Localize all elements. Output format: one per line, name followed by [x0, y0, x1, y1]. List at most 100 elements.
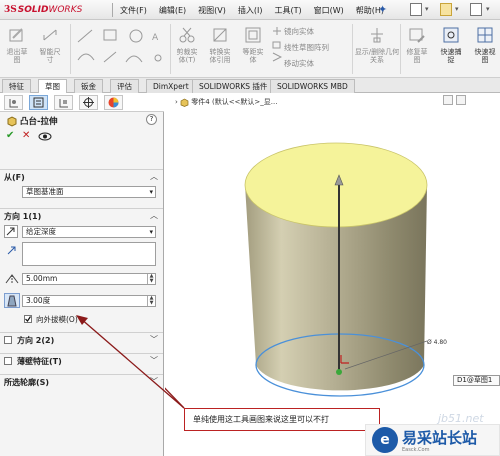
tab-solidworks-mbd[interactable]: SOLIDWORKS MBD — [270, 79, 355, 93]
property-manager-panel: 凸台-拉伸 ? ✔ ✕ 从(F) ︿ 草图基准面 ▾ 方向 1(1) ︿ 给定深… — [0, 93, 164, 456]
open-folder-icon[interactable] — [440, 3, 452, 16]
cancel-x-icon[interactable]: ✕ — [22, 130, 30, 141]
chevron-down-icon[interactable]: ▾ — [425, 5, 429, 13]
chevron-down-icon[interactable]: ▾ — [455, 5, 459, 13]
offset-entities-icon — [245, 27, 261, 43]
ok-check-icon[interactable]: ✔ — [6, 130, 14, 141]
draft-outward-label: 向外拔模(O) — [36, 315, 78, 324]
relations-icon — [371, 28, 383, 43]
move-entities-button[interactable]: 移动实体 — [284, 58, 314, 69]
draft-outward-checkbox[interactable] — [24, 315, 32, 323]
configuration-manager-tab[interactable] — [54, 95, 73, 110]
quick-view-button[interactable]: 快速视 图 — [470, 26, 500, 64]
ribbon-separator — [352, 24, 353, 74]
tab-features[interactable]: 特征 — [2, 79, 31, 93]
watermark-site-sub: Easck.Com — [402, 447, 430, 453]
draft-angle-icon — [7, 295, 17, 307]
menu-edit[interactable]: 编辑(E) — [159, 5, 186, 16]
mirror-pattern-move-icons — [272, 27, 282, 62]
watermark-badge: e 易采站长站 Easck.Com — [365, 424, 500, 456]
section-selected-contours-header[interactable]: 所选轮廓(S) ﹀ — [0, 374, 163, 388]
from-condition-select[interactable]: 草图基准面 ▾ — [22, 186, 156, 198]
command-manager-ribbon: 退出草 图 智能尺 寸 A 剪裁实 体(T) 转换实 体引用 等距实 体 镜向实 — [0, 20, 500, 78]
tab-sketch[interactable]: 草图 — [38, 79, 67, 94]
scissors-icon — [179, 27, 195, 43]
help-icon[interactable]: ? — [146, 114, 157, 125]
direction2-checkbox[interactable] — [4, 336, 12, 344]
print-icon[interactable] — [470, 3, 482, 16]
title-menu-bar: 3S SOLID WORKS 文件(F) 编辑(E) 视图(V) 插入(I) 工具… — [0, 0, 500, 20]
tab-evaluate[interactable]: 评估 — [110, 79, 139, 93]
thin-feature-checkbox[interactable] — [4, 357, 12, 365]
direction-vector-field[interactable] — [22, 242, 156, 266]
section-direction1-header[interactable]: 方向 1(1) ︿ — [0, 208, 163, 222]
exit-sketch-button[interactable]: 退出草 图 — [4, 26, 30, 64]
main-menu: 文件(F) 编辑(E) 视图(V) 插入(I) 工具(T) 窗口(W) 帮助(H… — [120, 0, 396, 20]
draft-angle-input[interactable]: 3.00度 ▲ ▼ — [22, 295, 156, 307]
smart-dimension-button[interactable]: 智能尺 寸 — [34, 26, 66, 64]
reverse-direction-icon — [6, 227, 15, 236]
feature-title: 凸台-拉伸 — [6, 115, 58, 127]
linear-pattern-button[interactable]: 线性草图阵列 — [284, 42, 329, 53]
site-logo-icon: e — [372, 427, 398, 453]
menu-insert[interactable]: 插入(I) — [238, 5, 263, 16]
new-document-icon[interactable] — [410, 3, 422, 16]
menu-view[interactable]: 视图(V) — [198, 5, 226, 16]
menu-file[interactable]: 文件(F) — [120, 5, 147, 16]
diameter-dimension[interactable]: Ø 4.80 — [427, 339, 447, 346]
quick-snaps-button[interactable]: 快速捕 捉 — [434, 26, 468, 64]
property-manager-tab[interactable] — [29, 95, 48, 110]
mirror-entities-button[interactable]: 镜向实体 — [284, 26, 314, 37]
svg-text:A: A — [152, 33, 159, 43]
smart-dimension-icon — [43, 29, 57, 41]
trim-entities-button[interactable]: 剪裁实 体(T) — [172, 26, 202, 64]
exit-sketch-icon — [9, 28, 23, 42]
annotation-callout: 单纯使用这工具画图来说这里可以不打 — [184, 408, 380, 431]
repair-sketch-button[interactable]: 修复草 图 — [402, 26, 432, 64]
menu-separator — [112, 3, 113, 17]
chevron-down-icon: ▾ — [149, 188, 153, 196]
chevron-down-icon[interactable]: ▾ — [486, 5, 490, 13]
chevron-down-icon: ﹀ — [150, 335, 158, 344]
end-condition-select[interactable]: 给定深度 ▾ — [22, 226, 156, 238]
feature-tree-icon — [9, 99, 18, 108]
quick-snaps-icon — [443, 27, 459, 43]
tab-dimxpert[interactable]: DimXpert — [146, 79, 196, 93]
spin-arrows-icon[interactable]: ▲ ▼ — [147, 274, 155, 284]
graphics-area[interactable]: › 零件4 (默认<<默认>_显... Ø 4.80 — [165, 93, 500, 456]
tab-solidworks-addins[interactable]: SOLIDWORKS 插件 — [192, 79, 275, 93]
depth-input[interactable]: 5.00mm ▲ ▼ — [22, 273, 156, 285]
appearance-pie-icon — [108, 97, 119, 108]
origin-point-icon — [336, 369, 342, 375]
preview-eye-icon[interactable] — [38, 132, 52, 141]
offset-entities-button[interactable]: 等距实 体 — [238, 26, 268, 64]
section-direction2-header[interactable]: 方向 2(2) ﹀ — [0, 332, 163, 346]
section-thin-feature-header[interactable]: 薄壁特征(T) ﹀ — [0, 353, 163, 367]
sketch-tools-icons: A — [77, 29, 162, 63]
menu-tools[interactable]: 工具(T) — [274, 5, 301, 16]
section-from-header[interactable]: 从(F) ︿ — [0, 169, 163, 183]
watermark-site-name: 易采站长站 — [402, 429, 478, 447]
feature-manager-tab[interactable] — [4, 95, 23, 110]
pin-icon[interactable]: ✦ — [378, 3, 387, 16]
direction-vector-icon — [7, 246, 16, 255]
chevron-up-icon: ︿ — [150, 211, 158, 220]
callout-arrow — [165, 387, 185, 409]
dimension-name-label: D1@草图1 — [453, 375, 500, 386]
property-list-icon — [33, 97, 44, 108]
convert-entities-button[interactable]: 转换实 体引用 — [203, 26, 237, 64]
spin-arrows-icon[interactable]: ▲ ▼ — [147, 296, 155, 306]
command-tabs: 特征 草图 钣金 评估 DimXpert SOLIDWORKS 插件 SOLID… — [0, 78, 500, 94]
ribbon-separator — [70, 24, 71, 74]
display-manager-tab[interactable] — [104, 95, 123, 110]
tab-sheet-metal[interactable]: 钣金 — [74, 79, 103, 93]
convert-entities-icon — [213, 28, 227, 42]
quick-view-icon — [477, 27, 493, 43]
reverse-direction-button[interactable] — [4, 225, 18, 238]
dimxpert-manager-tab[interactable] — [79, 95, 98, 110]
display-relations-button[interactable]: 显示/删除几何 关系 — [354, 26, 400, 64]
menu-window[interactable]: 窗口(W) — [314, 5, 344, 16]
ribbon-separator — [400, 24, 401, 74]
draft-toggle-button[interactable] — [4, 293, 20, 308]
depth-icon — [5, 274, 19, 284]
